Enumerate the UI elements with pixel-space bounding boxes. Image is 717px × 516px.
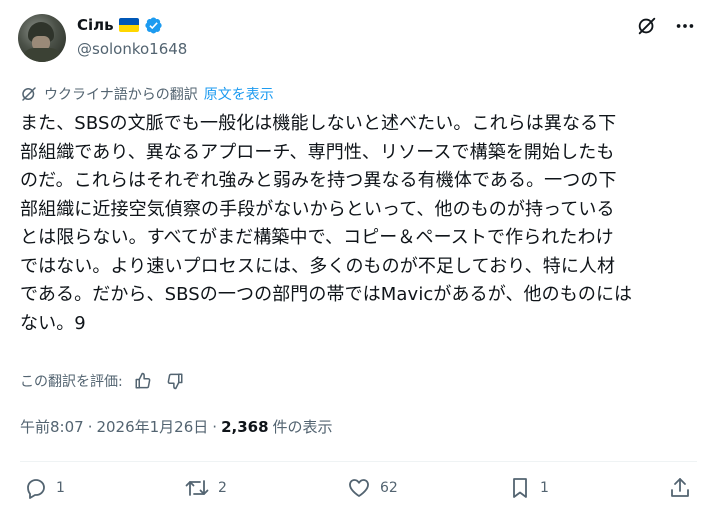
action-bar: 1 2 62 1	[0, 472, 717, 508]
verified-badge-icon[interactable]	[144, 16, 163, 35]
bookmark-icon	[513, 478, 527, 498]
top-actions	[635, 14, 697, 38]
thumbs-down-icon[interactable]	[163, 369, 187, 393]
like-button[interactable]: 62	[346, 476, 398, 500]
tweet-line: 部組織であり、異なるアプローチ、専門性、リソースで構築を開始したも	[20, 141, 615, 163]
author-handle[interactable]: @solonko1648	[77, 40, 187, 58]
tweet-text: また、SBSの文脈でも一般化は機能しないと述べたい。これらは異なる下 部組織であ…	[20, 110, 700, 338]
grok-icon[interactable]	[635, 14, 659, 38]
meta-separator: ·	[212, 417, 218, 436]
tweet-line: ない。9	[20, 312, 86, 334]
rate-translation-label: この翻訳を評価:	[20, 374, 123, 390]
tweet-line: ではない。より速いプロセスには、多くのものが不足しており、特に人材	[20, 255, 616, 277]
retweet-button[interactable]: 2	[184, 476, 227, 500]
avatar[interactable]	[18, 14, 66, 62]
rate-translation-row: この翻訳を評価:	[20, 369, 187, 393]
reply-count: 1	[56, 480, 65, 496]
translation-notice: ウクライナ語からの翻訳	[44, 87, 198, 103]
retweet-count: 2	[218, 480, 227, 496]
heart-icon	[349, 479, 369, 497]
tweet-line: である。だから、SBSの一つの部門の帯ではMavicがあるが、他のものには	[20, 284, 633, 305]
retweet-icon	[185, 480, 209, 496]
tweet-meta: 午前8:07 · 2026年1月26日 · 2,368 件の表示	[20, 416, 333, 437]
share-icon	[671, 478, 689, 497]
ukraine-flag-icon	[118, 18, 139, 32]
thumbs-up-icon[interactable]	[131, 369, 155, 393]
reply-button[interactable]: 1	[24, 476, 65, 500]
views-count[interactable]: 2,368	[221, 418, 268, 436]
more-icon[interactable]	[673, 14, 697, 38]
meta-separator: ·	[87, 417, 93, 436]
bookmark-count: 1	[540, 480, 549, 496]
avatar-body	[22, 48, 62, 62]
tweet-line: 部組織に近接空気偵察の手段がないからといって、他のものが持っている	[20, 198, 615, 220]
grok-translate-icon	[22, 87, 36, 101]
author-display-name[interactable]: Сіль	[77, 16, 114, 34]
show-original-link[interactable]: 原文を表示	[204, 84, 274, 104]
author-name-row: Сіль	[77, 15, 163, 35]
tweet-line: とは限らない。すべてがまだ構築中で、コピー＆ペーストで作られたわけ	[20, 227, 614, 248]
like-count: 62	[380, 480, 398, 496]
translation-notice-row: ウクライナ語からの翻訳 原文を表示	[20, 84, 274, 104]
divider	[20, 461, 697, 462]
reply-icon	[27, 479, 45, 499]
tweet-time[interactable]: 午前8:07	[20, 416, 84, 437]
bookmark-button[interactable]: 1	[508, 476, 549, 500]
tweet-line: のだ。これらはそれぞれ強みと弱みを持つ異なる有機体である。一つの下	[20, 170, 617, 191]
share-button[interactable]	[668, 476, 692, 500]
views-label: 件の表示	[272, 418, 333, 436]
tweet-line: また、SBSの文脈でも一般化は機能しないと述べたい。これらは異なる下	[20, 113, 617, 134]
tweet-date[interactable]: 2026年1月26日	[96, 416, 208, 437]
